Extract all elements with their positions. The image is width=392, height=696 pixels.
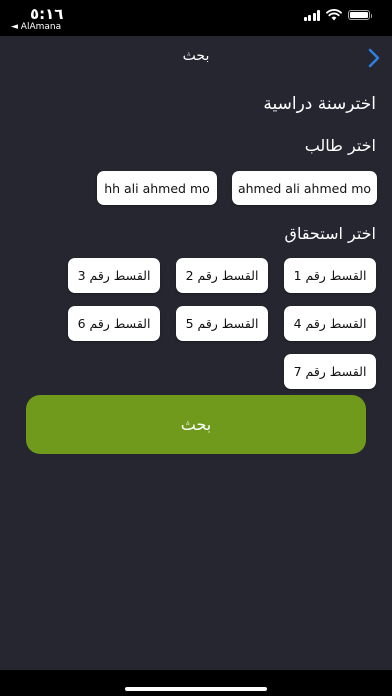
installment-option-6[interactable]: القسط رقم 6 bbox=[68, 306, 160, 341]
student-option-1[interactable]: ahmed ali ahmed mo bbox=[232, 171, 377, 205]
student-label: اختر طالب bbox=[304, 136, 376, 155]
back-to-app-link[interactable]: ◄ AlAmana bbox=[11, 22, 61, 32]
chevron-right-icon[interactable] bbox=[366, 48, 382, 68]
student-option-2[interactable]: hh ali ahmed mo bbox=[97, 171, 217, 205]
installment-option-2[interactable]: القسط رقم 2 bbox=[176, 258, 268, 293]
installment-option-1[interactable]: القسط رقم 1 bbox=[284, 258, 376, 293]
home-indicator[interactable] bbox=[125, 687, 267, 691]
installment-option-5[interactable]: القسط رقم 5 bbox=[176, 306, 268, 341]
battery-icon bbox=[348, 10, 372, 20]
status-icons bbox=[303, 9, 372, 21]
page-title: بحث bbox=[182, 48, 210, 64]
search-button[interactable]: بحث bbox=[26, 395, 366, 454]
installment-label: اختر استحقاق bbox=[284, 224, 376, 243]
wifi-icon bbox=[326, 9, 342, 21]
signal-icon bbox=[303, 9, 320, 21]
year-label[interactable]: اخترسنة دراسية bbox=[263, 94, 376, 114]
nav-bar: بحث bbox=[0, 36, 392, 78]
status-time: ٥:١٦ bbox=[30, 5, 64, 23]
installment-option-3[interactable]: القسط رقم 3 bbox=[68, 258, 160, 293]
installment-option-7[interactable]: القسط رقم 7 bbox=[284, 354, 376, 389]
status-bar: ٥:١٦ ◄ AlAmana bbox=[0, 0, 392, 36]
bottom-safe-area bbox=[0, 670, 392, 696]
installment-option-4[interactable]: القسط رقم 4 bbox=[284, 306, 376, 341]
